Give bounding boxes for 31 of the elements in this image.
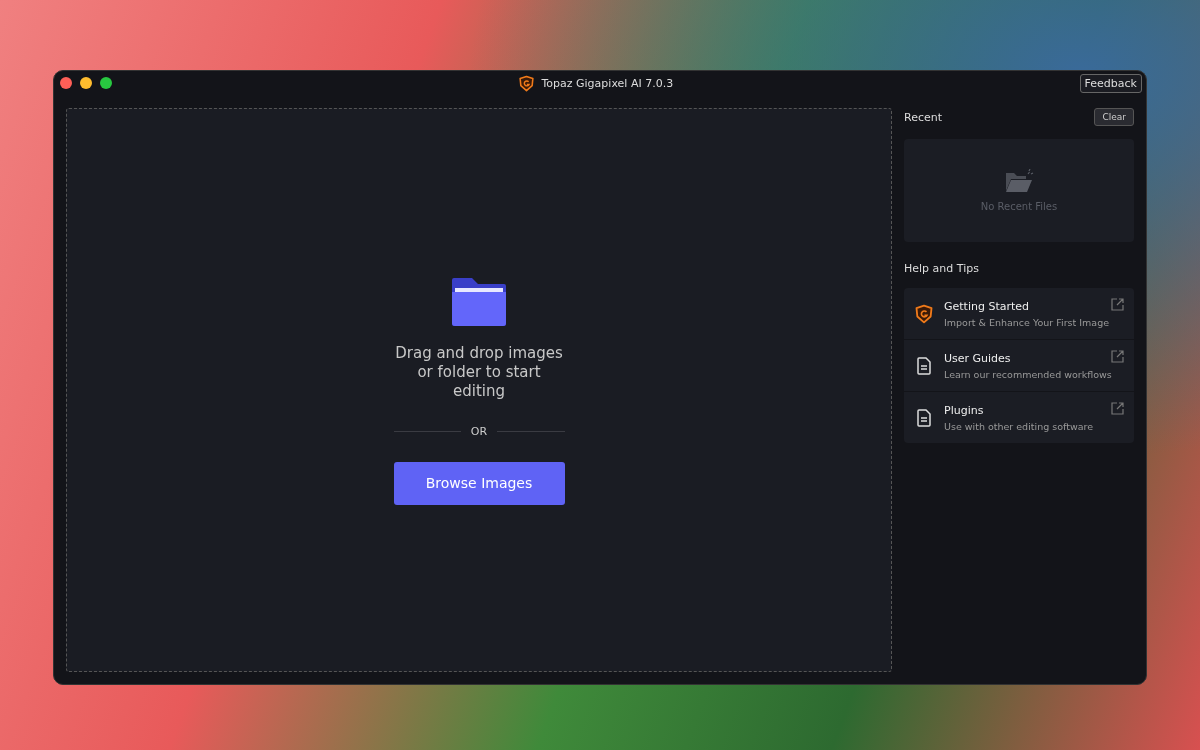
help-subtitle: Import & Enhance Your First Image [944, 316, 1110, 328]
document-icon [914, 407, 934, 428]
shield-logo-icon [914, 303, 934, 324]
open-folder-icon [1004, 169, 1034, 193]
help-title: Plugins [944, 403, 985, 417]
folder-icon [450, 275, 508, 328]
or-divider-label: OR [470, 424, 488, 438]
external-link-icon [1111, 298, 1124, 311]
empty-state-text: No Recent Files [980, 201, 1058, 212]
help-subtitle: Use with other editing software [944, 420, 1094, 432]
drop-zone[interactable]: Drag and drop images or folder to start editing OR Browse Images [66, 108, 892, 672]
close-button[interactable] [60, 77, 72, 89]
drop-instructions: Drag and drop images or folder to start editing [394, 343, 564, 401]
browse-images-button[interactable]: Browse Images [393, 461, 565, 505]
recent-heading: Recent [904, 110, 943, 124]
shield-logo-icon [518, 74, 536, 92]
minimize-button[interactable] [80, 77, 92, 89]
help-link[interactable]: User Guides Learn our recommended workflows [904, 339, 1134, 391]
external-link-icon [1111, 350, 1124, 363]
document-icon [914, 355, 934, 376]
help-title: User Guides [944, 351, 1012, 365]
feedback-button[interactable]: Feedback [1079, 73, 1142, 93]
help-title: Getting Started [944, 299, 1031, 313]
help-link[interactable]: Plugins Use with other editing software [904, 391, 1134, 443]
window-title: Topaz Gigapixel AI 7.0.3 [541, 76, 674, 90]
zoom-button[interactable] [100, 77, 112, 89]
help-link[interactable]: Getting Started Import & Enhance Your First Image [904, 288, 1134, 339]
help-subtitle: Learn our recommended workflows [944, 368, 1112, 380]
external-link-icon [1111, 402, 1124, 415]
clear-button[interactable]: Clear [1094, 108, 1134, 126]
help-heading: Help and Tips [904, 262, 980, 275]
